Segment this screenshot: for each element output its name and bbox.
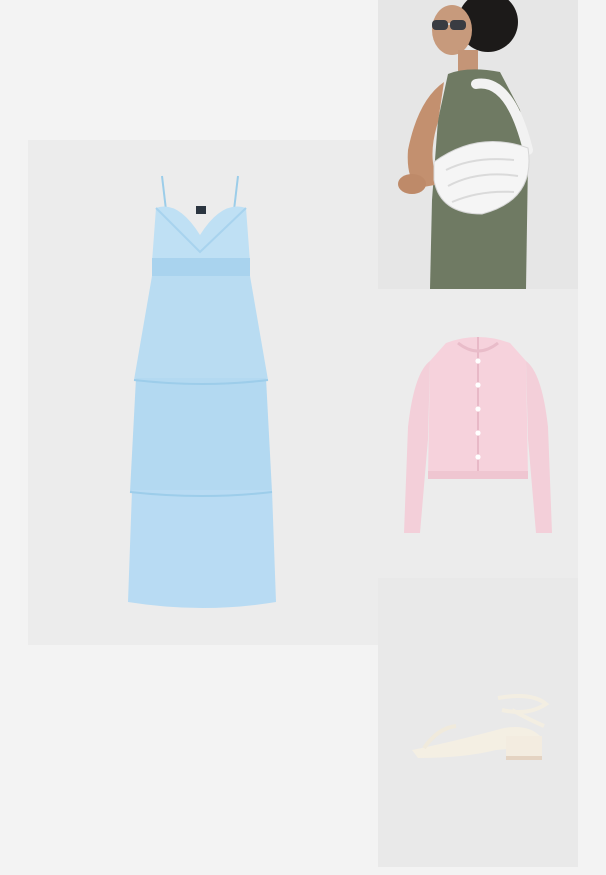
cardigan-image [378,289,578,578]
bag-tile[interactable] [378,0,578,289]
bag-image [378,0,578,289]
dress-tile[interactable] [28,140,378,645]
dress-image [28,140,378,645]
sandal-tile[interactable] [378,578,578,867]
sandal-image [378,578,578,867]
cardigan-tile[interactable] [378,289,578,578]
outfit-board [0,0,606,875]
